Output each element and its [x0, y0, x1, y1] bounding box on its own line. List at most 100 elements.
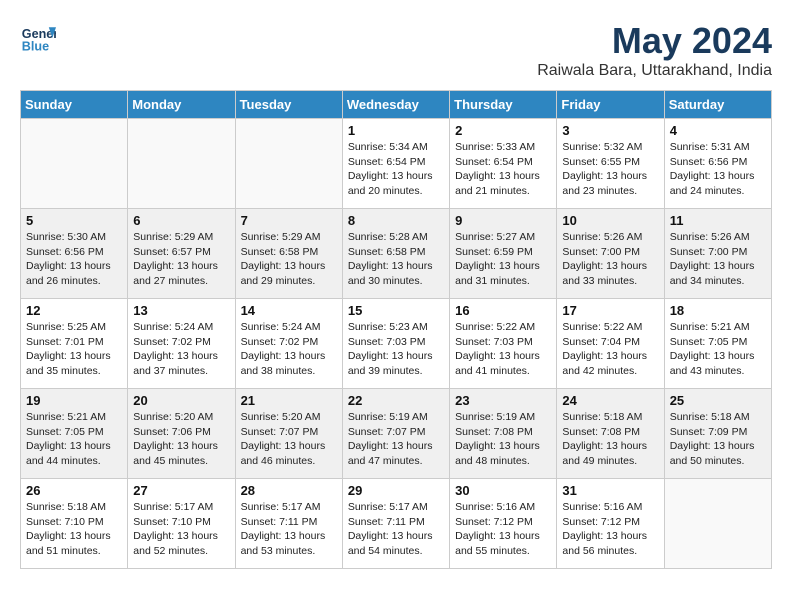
calendar-cell [664, 479, 771, 569]
day-info: Sunrise: 5:29 AM Sunset: 6:57 PM Dayligh… [133, 230, 229, 289]
day-info: Sunrise: 5:18 AM Sunset: 7:10 PM Dayligh… [26, 500, 122, 559]
day-info: Sunrise: 5:22 AM Sunset: 7:04 PM Dayligh… [562, 320, 658, 379]
day-info: Sunrise: 5:17 AM Sunset: 7:11 PM Dayligh… [241, 500, 337, 559]
day-info: Sunrise: 5:16 AM Sunset: 7:12 PM Dayligh… [562, 500, 658, 559]
day-number: 28 [241, 483, 337, 498]
day-number: 17 [562, 303, 658, 318]
day-number: 13 [133, 303, 229, 318]
calendar-cell: 14Sunrise: 5:24 AM Sunset: 7:02 PM Dayli… [235, 299, 342, 389]
day-number: 27 [133, 483, 229, 498]
calendar-cell [128, 119, 235, 209]
day-info: Sunrise: 5:17 AM Sunset: 7:10 PM Dayligh… [133, 500, 229, 559]
day-info: Sunrise: 5:17 AM Sunset: 7:11 PM Dayligh… [348, 500, 444, 559]
calendar-cell: 31 Sunrise: 5:16 AM Sunset: 7:12 PM Dayli… [557, 479, 664, 569]
day-info: Sunrise: 5:30 AM Sunset: 6:56 PM Dayligh… [26, 230, 122, 289]
day-info: Sunrise: 5:16 AM Sunset: 7:12 PM Dayligh… [455, 500, 551, 559]
calendar-cell: 7 Sunrise: 5:29 AM Sunset: 6:58 PM Daylig… [235, 209, 342, 299]
day-info: Sunrise: 5:26 AM Sunset: 7:00 PM Dayligh… [562, 230, 658, 289]
calendar-cell: 18Sunrise: 5:21 AM Sunset: 7:05 PM Dayli… [664, 299, 771, 389]
month-title: May 2024 [537, 20, 772, 62]
day-info: Sunrise: 5:18 AM Sunset: 7:08 PM Dayligh… [562, 410, 658, 469]
calendar-cell: 15 Sunrise: 5:23 AM Sunset: 7:03 PM Dayli… [342, 299, 449, 389]
logo: General Blue [20, 20, 56, 56]
day-info: Sunrise: 5:20 AM Sunset: 7:06 PM Dayligh… [133, 410, 229, 469]
day-number: 30 [455, 483, 551, 498]
calendar-cell: 12Sunrise: 5:25 AM Sunset: 7:01 PM Dayli… [21, 299, 128, 389]
calendar-cell: 23 Sunrise: 5:19 AM Sunset: 7:08 PM Dayli… [450, 389, 557, 479]
calendar-cell: 10 Sunrise: 5:26 AM Sunset: 7:00 PM Dayli… [557, 209, 664, 299]
logo-icon: General Blue [20, 20, 56, 56]
weekday-header-tuesday: Tuesday [235, 91, 342, 119]
day-number: 14 [241, 303, 337, 318]
calendar-cell: 16Sunrise: 5:22 AM Sunset: 7:03 PM Dayli… [450, 299, 557, 389]
day-info: Sunrise: 5:33 AM Sunset: 6:54 PM Dayligh… [455, 140, 551, 199]
day-number: 21 [241, 393, 337, 408]
calendar-week-3: 12Sunrise: 5:25 AM Sunset: 7:01 PM Dayli… [21, 299, 772, 389]
day-info: Sunrise: 5:32 AM Sunset: 6:55 PM Dayligh… [562, 140, 658, 199]
day-number: 15 [348, 303, 444, 318]
day-number: 7 [241, 213, 337, 228]
calendar-week-4: 19 Sunrise: 5:21 AM Sunset: 7:05 PM Dayli… [21, 389, 772, 479]
day-number: 11 [670, 213, 766, 228]
calendar-cell: 21 Sunrise: 5:20 AM Sunset: 7:07 PM Dayli… [235, 389, 342, 479]
weekday-header-sunday: Sunday [21, 91, 128, 119]
day-info: Sunrise: 5:26 AM Sunset: 7:00 PM Dayligh… [670, 230, 766, 289]
day-info: Sunrise: 5:31 AM Sunset: 6:56 PM Dayligh… [670, 140, 766, 199]
day-number: 20 [133, 393, 229, 408]
calendar-cell: 6 Sunrise: 5:29 AM Sunset: 6:57 PM Daylig… [128, 209, 235, 299]
day-number: 25 [670, 393, 766, 408]
calendar-cell: 24 Sunrise: 5:18 AM Sunset: 7:08 PM Dayli… [557, 389, 664, 479]
calendar-cell: 22 Sunrise: 5:19 AM Sunset: 7:07 PM Dayli… [342, 389, 449, 479]
day-info: Sunrise: 5:22 AM Sunset: 7:03 PM Dayligh… [455, 320, 551, 379]
calendar-cell: 30 Sunrise: 5:16 AM Sunset: 7:12 PM Dayli… [450, 479, 557, 569]
weekday-header-monday: Monday [128, 91, 235, 119]
day-number: 22 [348, 393, 444, 408]
day-info: Sunrise: 5:24 AM Sunset: 7:02 PM Dayligh… [133, 320, 229, 379]
calendar-week-5: 26 Sunrise: 5:18 AM Sunset: 7:10 PM Dayli… [21, 479, 772, 569]
day-number: 31 [562, 483, 658, 498]
day-info: Sunrise: 5:27 AM Sunset: 6:59 PM Dayligh… [455, 230, 551, 289]
weekday-header-wednesday: Wednesday [342, 91, 449, 119]
day-number: 23 [455, 393, 551, 408]
calendar-cell [235, 119, 342, 209]
day-number: 10 [562, 213, 658, 228]
day-number: 12 [26, 303, 122, 318]
calendar-cell: 13 Sunrise: 5:24 AM Sunset: 7:02 PM Dayli… [128, 299, 235, 389]
day-number: 29 [348, 483, 444, 498]
day-info: Sunrise: 5:19 AM Sunset: 7:08 PM Dayligh… [455, 410, 551, 469]
day-number: 5 [26, 213, 122, 228]
day-info: Sunrise: 5:29 AM Sunset: 6:58 PM Dayligh… [241, 230, 337, 289]
day-info: Sunrise: 5:34 AM Sunset: 6:54 PM Dayligh… [348, 140, 444, 199]
day-info: Sunrise: 5:18 AM Sunset: 7:09 PM Dayligh… [670, 410, 766, 469]
day-info: Sunrise: 5:20 AM Sunset: 7:07 PM Dayligh… [241, 410, 337, 469]
day-number: 2 [455, 123, 551, 138]
day-info: Sunrise: 5:19 AM Sunset: 7:07 PM Dayligh… [348, 410, 444, 469]
day-number: 19 [26, 393, 122, 408]
calendar-cell: 26 Sunrise: 5:18 AM Sunset: 7:10 PM Dayli… [21, 479, 128, 569]
day-info: Sunrise: 5:21 AM Sunset: 7:05 PM Dayligh… [26, 410, 122, 469]
day-number: 26 [26, 483, 122, 498]
page-header: General Blue May 2024 Raiwala Bara, Utta… [20, 20, 772, 80]
location-title: Raiwala Bara, Uttarakhand, India [537, 62, 772, 80]
weekday-header-saturday: Saturday [664, 91, 771, 119]
calendar-cell: 25 Sunrise: 5:18 AM Sunset: 7:09 PM Dayli… [664, 389, 771, 479]
title-block: May 2024 Raiwala Bara, Uttarakhand, Indi… [537, 20, 772, 80]
calendar-cell: 4 Sunrise: 5:31 AM Sunset: 6:56 PM Daylig… [664, 119, 771, 209]
calendar-cell: 9Sunrise: 5:27 AM Sunset: 6:59 PM Daylig… [450, 209, 557, 299]
day-number: 3 [562, 123, 658, 138]
calendar-cell: 29 Sunrise: 5:17 AM Sunset: 7:11 PM Dayli… [342, 479, 449, 569]
calendar-cell: 8 Sunrise: 5:28 AM Sunset: 6:58 PM Daylig… [342, 209, 449, 299]
weekday-header-row: SundayMondayTuesdayWednesdayThursdayFrid… [21, 91, 772, 119]
day-number: 6 [133, 213, 229, 228]
svg-text:Blue: Blue [22, 40, 49, 54]
calendar-cell: 2 Sunrise: 5:33 AM Sunset: 6:54 PM Daylig… [450, 119, 557, 209]
day-info: Sunrise: 5:28 AM Sunset: 6:58 PM Dayligh… [348, 230, 444, 289]
day-info: Sunrise: 5:23 AM Sunset: 7:03 PM Dayligh… [348, 320, 444, 379]
day-number: 24 [562, 393, 658, 408]
day-number: 8 [348, 213, 444, 228]
calendar-cell: 3 Sunrise: 5:32 AM Sunset: 6:55 PM Daylig… [557, 119, 664, 209]
day-number: 1 [348, 123, 444, 138]
calendar-cell: 20 Sunrise: 5:20 AM Sunset: 7:06 PM Dayli… [128, 389, 235, 479]
day-number: 4 [670, 123, 766, 138]
calendar-cell: 11 Sunrise: 5:26 AM Sunset: 7:00 PM Dayli… [664, 209, 771, 299]
